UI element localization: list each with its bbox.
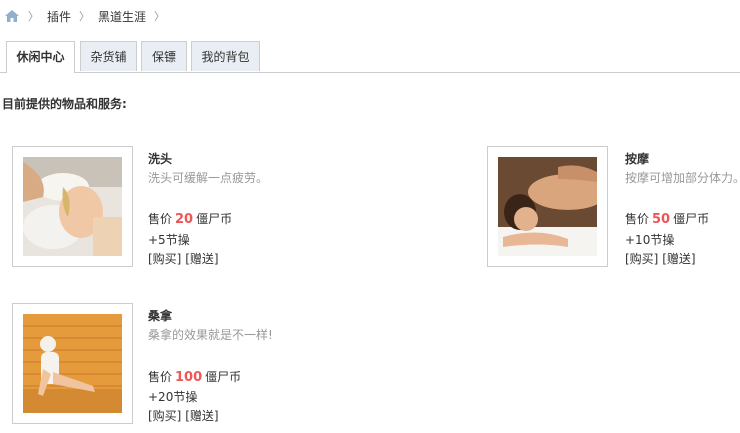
price-label: 售价 (148, 370, 173, 384)
chevron-right-icon: 〉 (79, 10, 91, 23)
buy-link[interactable]: [购买] (148, 409, 181, 423)
item-actions: [购买] [赠送] (148, 250, 219, 267)
currency-label: 僵尸币 (205, 370, 242, 384)
item-actions: [购买] [赠送] (625, 250, 696, 267)
chevron-right-icon: 〉 (154, 10, 166, 23)
breadcrumb-plugins[interactable]: 插件 (47, 8, 71, 25)
item-description: 按摩可增加部分体力。 (625, 171, 740, 185)
massage-photo (498, 157, 597, 256)
item-bonus: +5节操 (148, 233, 190, 247)
tab-leisure-center[interactable]: 休闲中心 (6, 41, 75, 73)
item-actions: [购买] [赠送] (148, 407, 219, 424)
item-price: 售价 50 僵尸币 (625, 210, 709, 227)
item-image-frame (12, 146, 133, 267)
price-value: 100 (175, 370, 203, 385)
sauna-photo (23, 314, 122, 413)
tab-general-store[interactable]: 杂货铺 (80, 41, 137, 71)
item-description: 桑拿的效果就是不一样! (148, 328, 273, 342)
item-bonus: +10节操 (625, 233, 675, 247)
chevron-right-icon: 〉 (28, 10, 39, 23)
item-name: 按摩 (625, 152, 650, 166)
price-value: 20 (175, 212, 194, 227)
home-icon[interactable] (4, 9, 20, 23)
hair-wash-photo (23, 157, 122, 256)
section-title: 目前提供的物品和服务: (2, 97, 127, 111)
price-label: 售价 (625, 212, 650, 226)
buy-link[interactable]: [购买] (625, 252, 658, 266)
breadcrumb-current[interactable]: 黑道生涯 (98, 8, 146, 25)
item-image-frame (12, 303, 133, 424)
item-price: 售价 100 僵尸币 (148, 368, 241, 385)
item-price: 售价 20 僵尸币 (148, 210, 232, 227)
tab-bar: 休闲中心 杂货铺 保镖 我的背包 (0, 41, 740, 73)
tab-my-backpack[interactable]: 我的背包 (191, 41, 260, 71)
item-name: 洗头 (148, 152, 173, 166)
price-value: 50 (652, 212, 671, 227)
item-image-frame (487, 146, 608, 267)
gift-link[interactable]: [赠送] (185, 252, 218, 266)
gift-link[interactable]: [赠送] (185, 409, 218, 423)
item-name: 桑拿 (148, 309, 173, 323)
item-description: 洗头可缓解一点疲劳。 (148, 171, 269, 185)
gift-link[interactable]: [赠送] (662, 252, 695, 266)
item-bonus: +20节操 (148, 390, 198, 404)
breadcrumb: 〉 插件 〉 黑道生涯 〉 (4, 7, 173, 25)
currency-label: 僵尸币 (196, 212, 233, 226)
tab-bodyguard[interactable]: 保镖 (141, 41, 187, 71)
buy-link[interactable]: [购买] (148, 252, 181, 266)
price-label: 售价 (148, 212, 173, 226)
currency-label: 僵尸币 (673, 212, 710, 226)
